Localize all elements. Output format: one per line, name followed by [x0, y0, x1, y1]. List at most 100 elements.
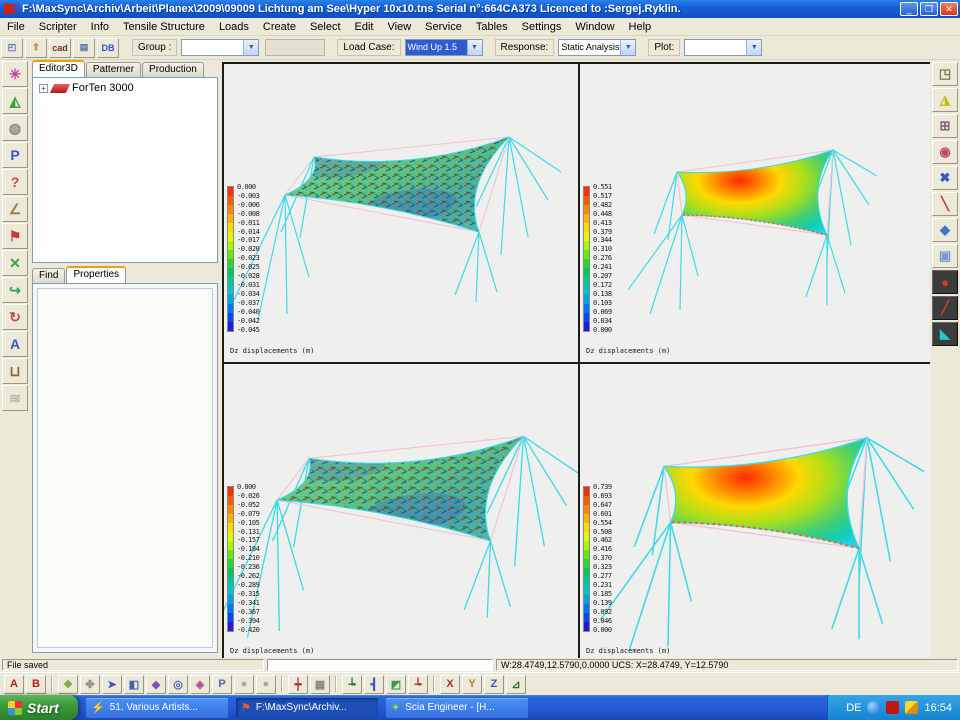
menu-item[interactable]: Scripter	[32, 20, 84, 34]
ucs-face-icon[interactable]: ┫	[364, 675, 384, 694]
task-forten[interactable]: ⚑ F:\MaxSync\Archiv...	[236, 698, 378, 718]
new-drawing-icon[interactable]: ◰	[1, 38, 23, 58]
viewport-top-left[interactable]: 0.000-0.003-0.006-0.008-0.011-0.014-0.01…	[224, 64, 578, 362]
task-scia[interactable]: ✦ Scia Engineer - [H...	[386, 698, 528, 718]
chevron-down-icon[interactable]: ▼	[620, 40, 635, 55]
render-sphere-icon[interactable]: ●	[932, 270, 958, 294]
menu-item[interactable]: File	[0, 20, 32, 34]
section-line-icon[interactable]: ╲	[932, 192, 958, 216]
viewport-bottom-left[interactable]: 0.000-0.026-0.052-0.079-0.105-0.131-0.15…	[224, 364, 578, 662]
tab-production[interactable]: Production	[142, 62, 204, 77]
dome-mesh-icon[interactable]: ◍	[2, 115, 28, 141]
view-3d-box-icon[interactable]: ◳	[932, 62, 958, 86]
menu-item[interactable]: Help	[622, 20, 659, 34]
ucs-world-icon[interactable]: ┶	[342, 675, 362, 694]
vertex-b-icon[interactable]: B	[26, 675, 46, 694]
update-tray-icon[interactable]	[867, 701, 880, 714]
command-input[interactable]	[267, 659, 493, 671]
load-case-select[interactable]: Wind Up 1.5 ▼	[405, 39, 483, 56]
trash-icon[interactable]: ⊔	[2, 358, 28, 384]
task-winamp[interactable]: ⚡ 51. Various Artists...	[86, 698, 228, 718]
viewport-top-right[interactable]: 0.5510.5170.4820.4480.4130.3790.3440.310…	[580, 64, 934, 362]
import-icon[interactable]: ⇧	[25, 38, 47, 58]
app-tray-icon[interactable]	[886, 701, 899, 714]
zoom-object-icon[interactable]: ◉	[932, 140, 958, 164]
legend-colorbar	[227, 186, 234, 332]
material-preview-icon[interactable]: ◣	[932, 322, 958, 346]
measure-icon[interactable]: ∠	[2, 196, 28, 222]
ucs-entity-icon[interactable]: ┶	[408, 675, 428, 694]
axis-x-icon[interactable]: X	[440, 675, 460, 694]
bend-arrow-icon[interactable]: ↪	[2, 277, 28, 303]
menu-bar: FileScripterInfoTensile StructureLoadsCr…	[0, 18, 960, 36]
snap-ellipse-icon[interactable]: ◎	[168, 675, 188, 694]
snap-monitor-icon[interactable]: ◧	[124, 675, 144, 694]
axis-iso-icon[interactable]: ⊿	[506, 675, 526, 694]
menu-item[interactable]: Window	[568, 20, 621, 34]
axis-z-icon[interactable]: Z	[484, 675, 504, 694]
chevron-down-icon[interactable]: ▼	[746, 40, 761, 55]
light-ray-icon[interactable]: ╱	[932, 296, 958, 320]
grid-snap-icon[interactable]: ▦	[310, 675, 330, 694]
text-circle-icon[interactable]: A	[2, 331, 28, 357]
task-label: 51. Various Artists...	[110, 702, 198, 713]
viewport-layout-icon[interactable]: ▣	[932, 244, 958, 268]
chevron-down-icon[interactable]: ▼	[467, 40, 482, 55]
orbit-view-icon[interactable]: ◆	[932, 218, 958, 242]
query-help-icon[interactable]: ?	[2, 169, 28, 195]
intersect-icon[interactable]: ✕	[2, 250, 28, 276]
axis-y-icon[interactable]: Y	[462, 675, 482, 694]
snap-mesh-icon[interactable]: ❖	[58, 675, 78, 694]
sketch-disabled-icon[interactable]: ≋	[2, 385, 28, 411]
save-icon[interactable]: ▤	[73, 38, 95, 58]
snap-disc-a-icon[interactable]: ●	[234, 675, 254, 694]
pan-cross-icon[interactable]: ✖	[932, 166, 958, 190]
menu-item[interactable]: Create	[256, 20, 303, 34]
legend-value: 0.241	[593, 263, 612, 272]
chevron-down-icon[interactable]: ▼	[243, 40, 258, 55]
snap-solid-icon[interactable]: ◆	[146, 675, 166, 694]
tree-item-forten[interactable]: + ForTen 3000	[33, 78, 217, 94]
menu-item[interactable]: Tensile Structure	[116, 20, 212, 34]
snap-surface-icon[interactable]: ✤	[80, 675, 100, 694]
point-properties-icon[interactable]: P	[2, 142, 28, 168]
tab-properties[interactable]: Properties	[66, 266, 126, 283]
group-select[interactable]: ▼	[181, 39, 259, 56]
response-select[interactable]: Static Analysis Re ▼	[558, 39, 636, 56]
flag-tool-icon[interactable]: ⚑	[2, 223, 28, 249]
snap-disc-b-icon[interactable]: ●	[256, 675, 276, 694]
menu-item[interactable]: Service	[418, 20, 469, 34]
tab-editor3d[interactable]: Editor3D	[32, 60, 85, 77]
menu-item[interactable]: Select	[303, 20, 348, 34]
materials-star-icon[interactable]: ✳	[2, 61, 28, 87]
restore-button[interactable]: ❒	[920, 2, 938, 16]
tree-expander-icon[interactable]: +	[39, 84, 48, 93]
menu-item[interactable]: Tables	[469, 20, 515, 34]
start-button[interactable]: Start	[0, 695, 78, 720]
mesh-cone-icon[interactable]: ◭	[2, 88, 28, 114]
shaded-view-icon[interactable]: ◮	[932, 88, 958, 112]
viewport-bottom-right[interactable]: 0.7390.6930.6470.6010.5540.5080.4620.416…	[580, 364, 934, 662]
tab-patterner[interactable]: Patterner	[86, 62, 141, 77]
snap-point-icon[interactable]: P	[212, 675, 232, 694]
cad-import-icon[interactable]: cad	[49, 38, 71, 58]
close-button[interactable]: ✕	[940, 2, 958, 16]
tab-find[interactable]: Find	[32, 268, 65, 283]
node-snap-icon[interactable]: ┿	[288, 675, 308, 694]
winamp-tray-icon[interactable]	[905, 701, 918, 714]
swap-circle-icon[interactable]: ↻	[2, 304, 28, 330]
menu-item[interactable]: Edit	[348, 20, 381, 34]
menu-item[interactable]: Info	[84, 20, 116, 34]
snap-sphere-icon[interactable]: ◈	[190, 675, 210, 694]
language-indicator[interactable]: DE	[846, 702, 861, 714]
menu-item[interactable]: Settings	[515, 20, 569, 34]
vertex-a-icon[interactable]: A	[4, 675, 24, 694]
plot-select[interactable]: ▼	[684, 39, 762, 56]
minimize-button[interactable]: _	[900, 2, 918, 16]
zoom-window-icon[interactable]: ⊞	[932, 114, 958, 138]
ucs-view-icon[interactable]: ◩	[386, 675, 406, 694]
select-arrow-icon[interactable]: ➤	[102, 675, 122, 694]
menu-item[interactable]: Loads	[212, 20, 256, 34]
database-icon[interactable]: DB	[97, 38, 119, 58]
menu-item[interactable]: View	[381, 20, 419, 34]
